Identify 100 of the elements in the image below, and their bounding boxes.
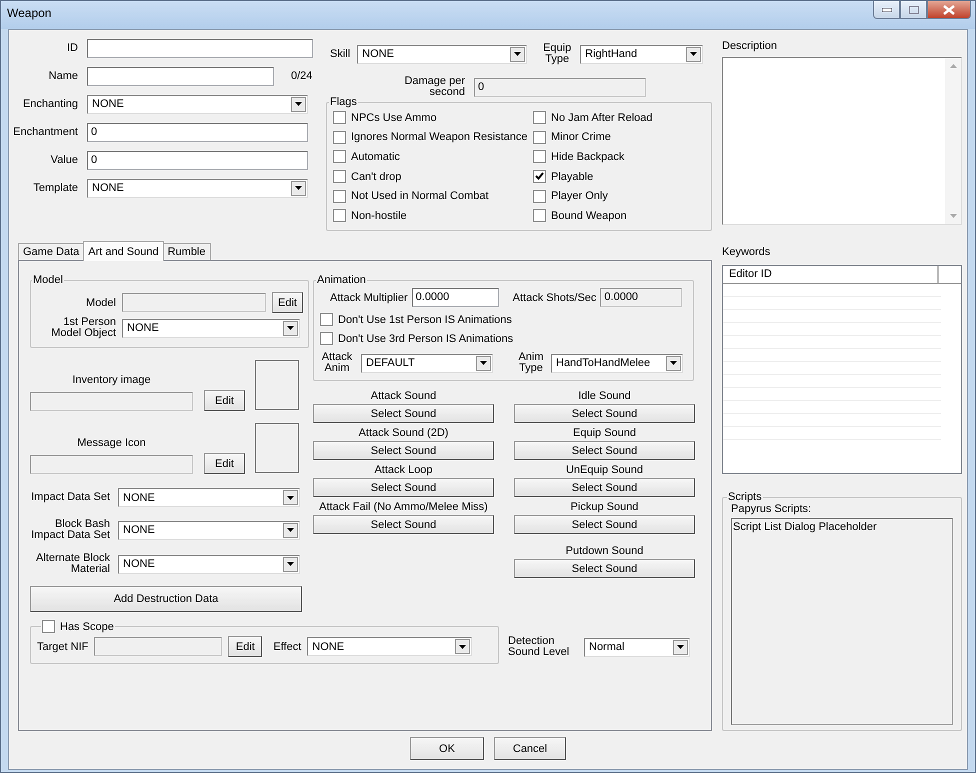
maximize-icon bbox=[908, 6, 918, 14]
dropdown[interactable]: NONE bbox=[307, 637, 472, 656]
checkbox[interactable] bbox=[533, 130, 546, 144]
checkbox[interactable] bbox=[533, 190, 546, 203]
caret-icon bbox=[514, 52, 522, 56]
edit-button[interactable]: Edit bbox=[228, 636, 262, 657]
checkbox[interactable] bbox=[333, 111, 346, 124]
dropdown[interactable]: HandToHandMelee bbox=[551, 354, 683, 372]
description-field[interactable] bbox=[722, 57, 962, 225]
caret-icon bbox=[480, 361, 487, 365]
tab[interactable]: Game Data bbox=[18, 243, 84, 260]
checkbox[interactable] bbox=[333, 130, 346, 144]
scrollbar[interactable] bbox=[945, 58, 961, 224]
checkbox-label: Automatic bbox=[351, 150, 400, 163]
tab[interactable]: Art and Sound bbox=[83, 241, 164, 261]
checkbox-label: Playable bbox=[551, 170, 594, 183]
dropdown[interactable]: NONE bbox=[118, 554, 300, 574]
checkbox-label: Bound Weapon bbox=[551, 210, 627, 222]
scroll-up-icon bbox=[950, 64, 956, 68]
input-field[interactable] bbox=[87, 66, 274, 86]
select-sound-button[interactable]: Select Sound bbox=[514, 404, 695, 423]
close-icon bbox=[943, 4, 955, 14]
dropdown[interactable]: NONE bbox=[122, 318, 300, 338]
input-field[interactable]: 0.0000 bbox=[412, 288, 499, 307]
checkbox[interactable] bbox=[333, 209, 346, 222]
window-title: Weapon bbox=[7, 6, 52, 20]
checkbox[interactable] bbox=[42, 620, 55, 633]
checkbox[interactable] bbox=[533, 150, 546, 164]
checkbox[interactable] bbox=[320, 332, 333, 345]
select-sound-button[interactable]: Select Sound bbox=[313, 515, 494, 534]
field-label: Impact Data Set bbox=[30, 492, 110, 503]
sound-label: Putdown Sound bbox=[566, 545, 644, 557]
caret-icon bbox=[690, 52, 698, 56]
scroll-down-icon bbox=[950, 214, 956, 218]
sound-label: Attack Sound (2D) bbox=[358, 427, 448, 439]
checkbox[interactable] bbox=[333, 150, 346, 164]
input-field[interactable]: 0 bbox=[87, 150, 308, 170]
field-label: Damage per second bbox=[403, 76, 465, 98]
checkbox[interactable] bbox=[333, 170, 346, 184]
sound-label: Idle Sound bbox=[578, 390, 631, 402]
dropdown[interactable]: NONE bbox=[87, 178, 308, 198]
caret-icon bbox=[287, 562, 294, 566]
field-label: Anim Type bbox=[518, 352, 544, 374]
dropdown[interactable]: NONE bbox=[118, 520, 300, 540]
field-label: Attack Multiplier bbox=[330, 292, 408, 304]
field-label: 1st Person Model Object bbox=[50, 317, 116, 339]
checkbox[interactable] bbox=[533, 209, 546, 222]
list-item[interactable]: Script List Dialog Placeholder bbox=[732, 519, 952, 535]
field-label: Name bbox=[48, 70, 78, 82]
field-label: Block Bash Impact Data Set bbox=[30, 519, 110, 541]
dropdown[interactable]: NONE bbox=[87, 94, 308, 114]
checkbox[interactable] bbox=[320, 313, 333, 326]
select-sound-button[interactable]: Select Sound bbox=[313, 478, 494, 497]
script-list[interactable]: Script List Dialog Placeholder bbox=[731, 518, 953, 725]
input-field[interactable] bbox=[87, 38, 313, 58]
ok-button[interactable]: OK bbox=[410, 737, 484, 760]
caret-icon bbox=[459, 644, 466, 648]
sound-label: Attack Fail (No Ammo/Melee Miss) bbox=[319, 501, 488, 513]
close-button[interactable] bbox=[927, 1, 971, 19]
tab[interactable]: Rumble bbox=[162, 243, 210, 260]
checkbox-label: Don't Use 3rd Person IS Animations bbox=[338, 332, 514, 344]
section-label: Keywords bbox=[722, 246, 772, 258]
select-sound-button[interactable]: Select Sound bbox=[514, 515, 695, 534]
checkbox[interactable] bbox=[333, 190, 346, 203]
checkbox-label: Player Only bbox=[551, 190, 608, 202]
field-label: Target NIF bbox=[37, 640, 88, 652]
field-label: Effect bbox=[273, 640, 302, 652]
keywords-list[interactable]: Editor ID bbox=[722, 265, 962, 474]
caret-icon bbox=[295, 102, 302, 106]
dropdown[interactable]: Normal bbox=[584, 638, 690, 656]
select-sound-button[interactable]: Select Sound bbox=[514, 441, 695, 460]
select-sound-button[interactable]: Select Sound bbox=[313, 404, 494, 423]
checkbox-label: Has Scope bbox=[60, 620, 114, 632]
field-label: Alternate Block Material bbox=[35, 553, 110, 575]
checkbox-label: Ignores Normal Weapon Resistance bbox=[351, 131, 528, 144]
dropdown[interactable]: NONE bbox=[357, 44, 528, 64]
sound-label: Attack Loop bbox=[374, 464, 433, 476]
input-field[interactable]: 0 bbox=[87, 122, 308, 142]
dropdown[interactable]: RightHand bbox=[580, 44, 704, 64]
select-sound-button[interactable]: Select Sound bbox=[313, 441, 494, 460]
field-label: Template bbox=[32, 182, 78, 194]
checkbox[interactable] bbox=[533, 170, 546, 184]
cancel-button[interactable]: Cancel bbox=[494, 737, 566, 760]
image-preview bbox=[255, 360, 299, 410]
group-title: Animation bbox=[316, 274, 367, 286]
dropdown[interactable]: DEFAULT bbox=[361, 354, 493, 372]
minimize-icon bbox=[882, 8, 892, 12]
column-header[interactable]: Editor ID bbox=[723, 266, 939, 283]
dropdown[interactable]: NONE bbox=[118, 488, 300, 507]
group-title: Scripts bbox=[727, 491, 763, 503]
select-sound-button[interactable]: Select Sound bbox=[514, 559, 695, 578]
checkbox[interactable] bbox=[533, 111, 546, 124]
field-label: Value bbox=[50, 154, 78, 166]
field-label: Message Icon bbox=[76, 437, 147, 449]
caret-icon bbox=[287, 496, 294, 500]
add-destruction-button[interactable]: Add Destruction Data bbox=[30, 586, 302, 612]
checkbox-label: Non-hostile bbox=[351, 210, 407, 222]
select-sound-button[interactable]: Select Sound bbox=[514, 478, 695, 497]
checkbox-label: Hide Backpack bbox=[551, 150, 624, 163]
minimize-button[interactable] bbox=[873, 1, 900, 19]
